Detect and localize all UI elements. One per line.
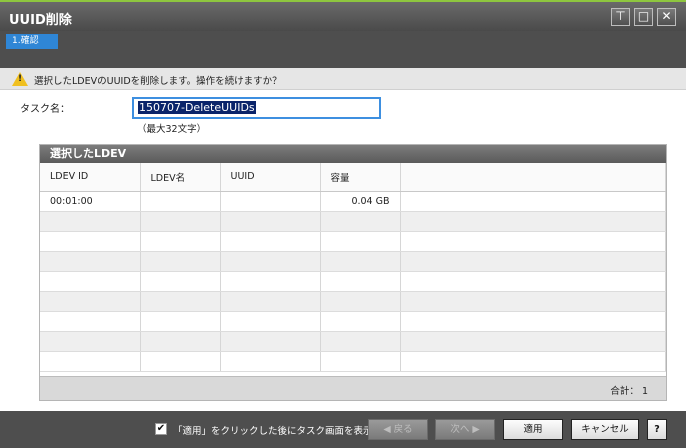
empty-row [40,231,666,252]
ldev-table: LDEV ID LDEV名 UUID 容量 00:01:00 0.04 GB [40,163,666,372]
cell-uuid [220,191,321,212]
apply-button[interactable]: 適用 [503,419,563,440]
show-task-checkbox[interactable]: ✔ [155,423,167,435]
cancel-button[interactable]: キャンセル [571,419,639,440]
empty-row [40,351,666,372]
empty-row [40,251,666,272]
empty-row [40,291,666,312]
empty-row [40,271,666,292]
pin-icon[interactable]: ⊤ [611,8,630,26]
total-count: 合計： 1 [610,386,648,397]
show-task-label: 「適用」をクリックした後にタスク画面を表示 [173,426,373,437]
next-button[interactable]: 次へ ▶ [435,419,495,440]
back-button[interactable]: ◀ 戻る [368,419,428,440]
step-bar: 1.確認 [0,31,686,68]
task-name-value: 150707-DeleteUUIDs [138,101,256,114]
column-header-uuid[interactable]: UUID [220,163,321,192]
message-bar: ! 選択したLDEVのUUIDを削除します。操作を続けますか？ [0,68,686,90]
task-name-hint: （最大32文字） [137,124,207,135]
panel-title: 選択したLDEV [40,145,666,163]
table-row[interactable]: 00:01:00 0.04 GB [40,191,666,212]
empty-row [40,311,666,332]
column-header-capacity[interactable]: 容量 [320,163,401,192]
selected-ldev-panel: 選択したLDEV LDEV ID LDEV名 UUID 容量 00:01:00 … [39,144,667,401]
action-bar: ✔ 「適用」をクリックした後にタスク画面を表示 ◀ 戻る 次へ ▶ 適用 キャン… [0,411,686,448]
column-header-filler [400,163,666,192]
close-icon[interactable]: ✕ [657,8,676,26]
window-title: UUID削除 [9,13,72,28]
step-confirm[interactable]: 1.確認 [6,34,58,49]
empty-row [40,211,666,232]
help-button[interactable]: ? [647,419,667,440]
cell-ldev-id: 00:01:00 [40,191,141,212]
column-header-ldev-name[interactable]: LDEV名 [140,163,221,192]
column-header-ldev-id[interactable]: LDEV ID [40,163,141,192]
warning-exclamation: ! [18,74,23,84]
cell-filler [400,191,666,212]
cell-capacity: 0.04 GB [320,191,401,212]
maximize-icon[interactable]: □ [634,8,653,26]
table-footer: 合計： 1 [40,376,666,400]
message-text: 選択したLDEVのUUIDを削除します。操作を続けますか？ [34,76,282,87]
task-name-label: タスク名： [20,104,70,115]
task-name-input[interactable]: 150707-DeleteUUIDs [132,97,381,119]
table-header-row: LDEV ID LDEV名 UUID 容量 [40,163,666,192]
title-bar: UUID削除 ⊤ □ ✕ [0,0,686,31]
empty-row [40,331,666,352]
cell-ldev-name [140,191,221,212]
